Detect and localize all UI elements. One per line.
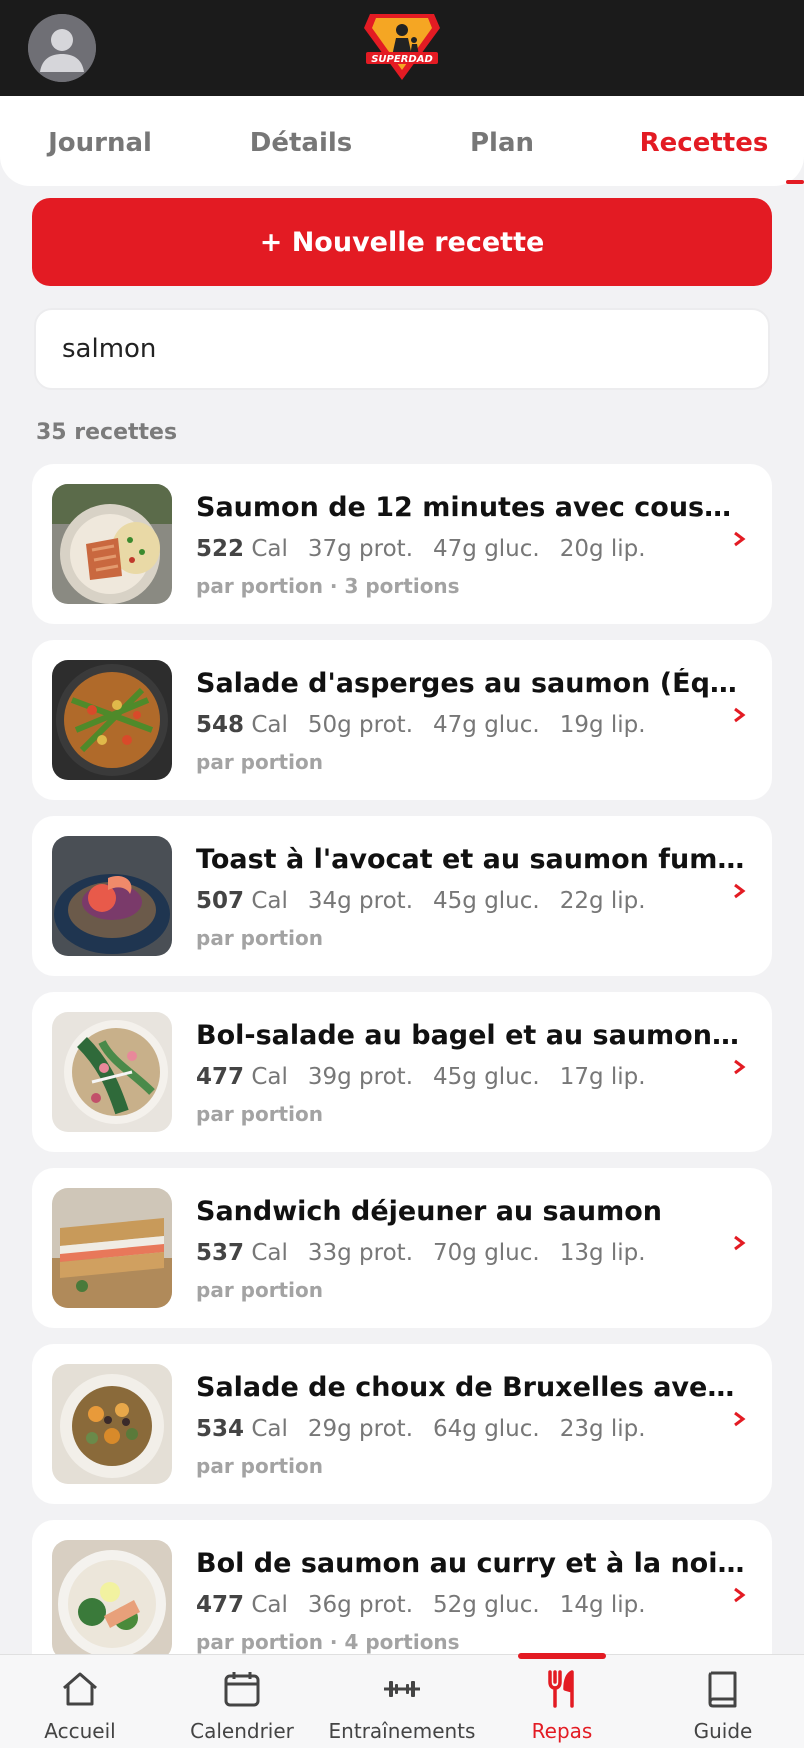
recipe-card[interactable]: Saumon de 12 minutes avec couscous aux h… (32, 464, 772, 624)
recipe-card[interactable]: Bol de saumon au curry et à la noix de c… (32, 1520, 772, 1654)
recipe-portion: par portion · 3 portions (196, 574, 460, 598)
bottom-nav: Accueil Calendrier Entraînements Repas G… (0, 1653, 804, 1748)
recipe-card[interactable]: Bol-salade au bagel et au saumon fumé 47… (32, 992, 772, 1152)
recipe-list: Saumon de 12 minutes avec couscous aux h… (0, 464, 804, 1654)
nav-label: Guide (693, 1719, 753, 1743)
home-icon (63, 1672, 97, 1706)
chevron-right-icon (734, 883, 746, 899)
tab-recettes[interactable]: Recettes (604, 128, 804, 158)
nav-entrainements[interactable]: Entraînements (322, 1655, 482, 1748)
recipe-macros: 477 Cal 39g prot. 45g gluc. 17g lip. (196, 1064, 646, 1090)
calendar-icon (224, 1672, 260, 1707)
recipe-macros: 477 Cal 36g prot. 52g gluc. 14g lip. (196, 1592, 646, 1618)
recipe-card[interactable]: Toast à l'avocat et au saumon fumé (équi… (32, 816, 772, 976)
recipe-thumbnail (52, 1012, 172, 1132)
recipe-thumbnail (52, 1540, 172, 1654)
recipe-macros: 522 Cal 37g prot. 47g gluc. 20g lip. (196, 536, 646, 562)
tab-details[interactable]: Détails (201, 128, 401, 158)
recipe-card[interactable]: Salade d'asperges au saumon (Équilibré) … (32, 640, 772, 800)
recipe-title: Sandwich déjeuner au saumon (196, 1196, 662, 1227)
recipe-portion: par portion (196, 1102, 323, 1126)
search-input[interactable] (62, 334, 768, 364)
tab-journal[interactable]: Journal (0, 128, 200, 158)
recipe-title: Toast à l'avocat et au saumon fumé (équi… (196, 844, 746, 875)
recipe-portion: par portion (196, 750, 323, 774)
recipe-portion: par portion (196, 1454, 323, 1478)
recipe-portion: par portion · 4 portions (196, 1630, 460, 1654)
tab-plan[interactable]: Plan (402, 128, 602, 158)
chevron-right-icon (734, 1059, 746, 1075)
recipe-portion: par portion (196, 1278, 323, 1302)
results-count: 35 recettes (36, 420, 178, 445)
nav-label: Repas (531, 1719, 593, 1743)
nav-label: Calendrier (190, 1719, 294, 1743)
recipe-portion: par portion (196, 926, 323, 950)
tab-bar: Journal Détails Plan Recettes (0, 96, 804, 186)
nav-calendrier[interactable]: Calendrier (162, 1655, 322, 1748)
chevron-right-icon (734, 1587, 746, 1603)
chevron-right-icon (734, 1411, 746, 1427)
recipe-title: Salade de choux de Bruxelles avec morcea… (196, 1372, 746, 1403)
recipe-macros: 507 Cal 34g prot. 45g gluc. 22g lip. (196, 888, 646, 914)
top-bar: SUPERDAD (0, 0, 804, 96)
user-avatar-icon[interactable] (28, 14, 96, 82)
nav-label: Entraînements (328, 1719, 476, 1743)
book-icon (708, 1671, 737, 1708)
recipe-title: Bol-salade au bagel et au saumon fumé (196, 1020, 746, 1051)
nav-repas[interactable]: Repas (482, 1655, 642, 1748)
active-tab-indicator (786, 180, 804, 184)
recipe-card[interactable]: Salade de choux de Bruxelles avec morcea… (32, 1344, 772, 1504)
nav-label: Accueil (44, 1719, 116, 1743)
chevron-right-icon (734, 707, 746, 723)
recipe-thumbnail (52, 1364, 172, 1484)
recipe-thumbnail (52, 484, 172, 604)
recipe-title: Salade d'asperges au saumon (Équilibré) (196, 668, 746, 699)
recipe-thumbnail (52, 836, 172, 956)
search-field[interactable] (34, 308, 770, 390)
recipe-macros: 534 Cal 29g prot. 64g gluc. 23g lip. (196, 1416, 646, 1442)
chevron-right-icon (734, 1235, 746, 1251)
recipe-title: Bol de saumon au curry et à la noix de c… (196, 1548, 746, 1579)
fork-knife-icon (548, 1670, 574, 1708)
chevron-right-icon (734, 531, 746, 547)
svg-text:SUPERDAD: SUPERDAD (371, 54, 433, 65)
recipe-thumbnail (52, 1188, 172, 1308)
recipe-title: Saumon de 12 minutes avec couscous aux h… (196, 492, 746, 523)
nav-accueil[interactable]: Accueil (0, 1655, 160, 1748)
recipe-card[interactable]: Sandwich déjeuner au saumon 537 Cal 33g p… (32, 1168, 772, 1328)
recipe-thumbnail (52, 660, 172, 780)
new-recipe-button[interactable]: + Nouvelle recette (32, 198, 772, 286)
recipe-macros: 537 Cal 33g prot. 70g gluc. 13g lip. (196, 1240, 646, 1266)
superdad-logo: SUPERDAD (364, 14, 440, 80)
dumbbell-icon (384, 1681, 420, 1697)
nav-guide[interactable]: Guide (643, 1655, 803, 1748)
recipe-macros: 548 Cal 50g prot. 47g gluc. 19g lip. (196, 712, 646, 738)
